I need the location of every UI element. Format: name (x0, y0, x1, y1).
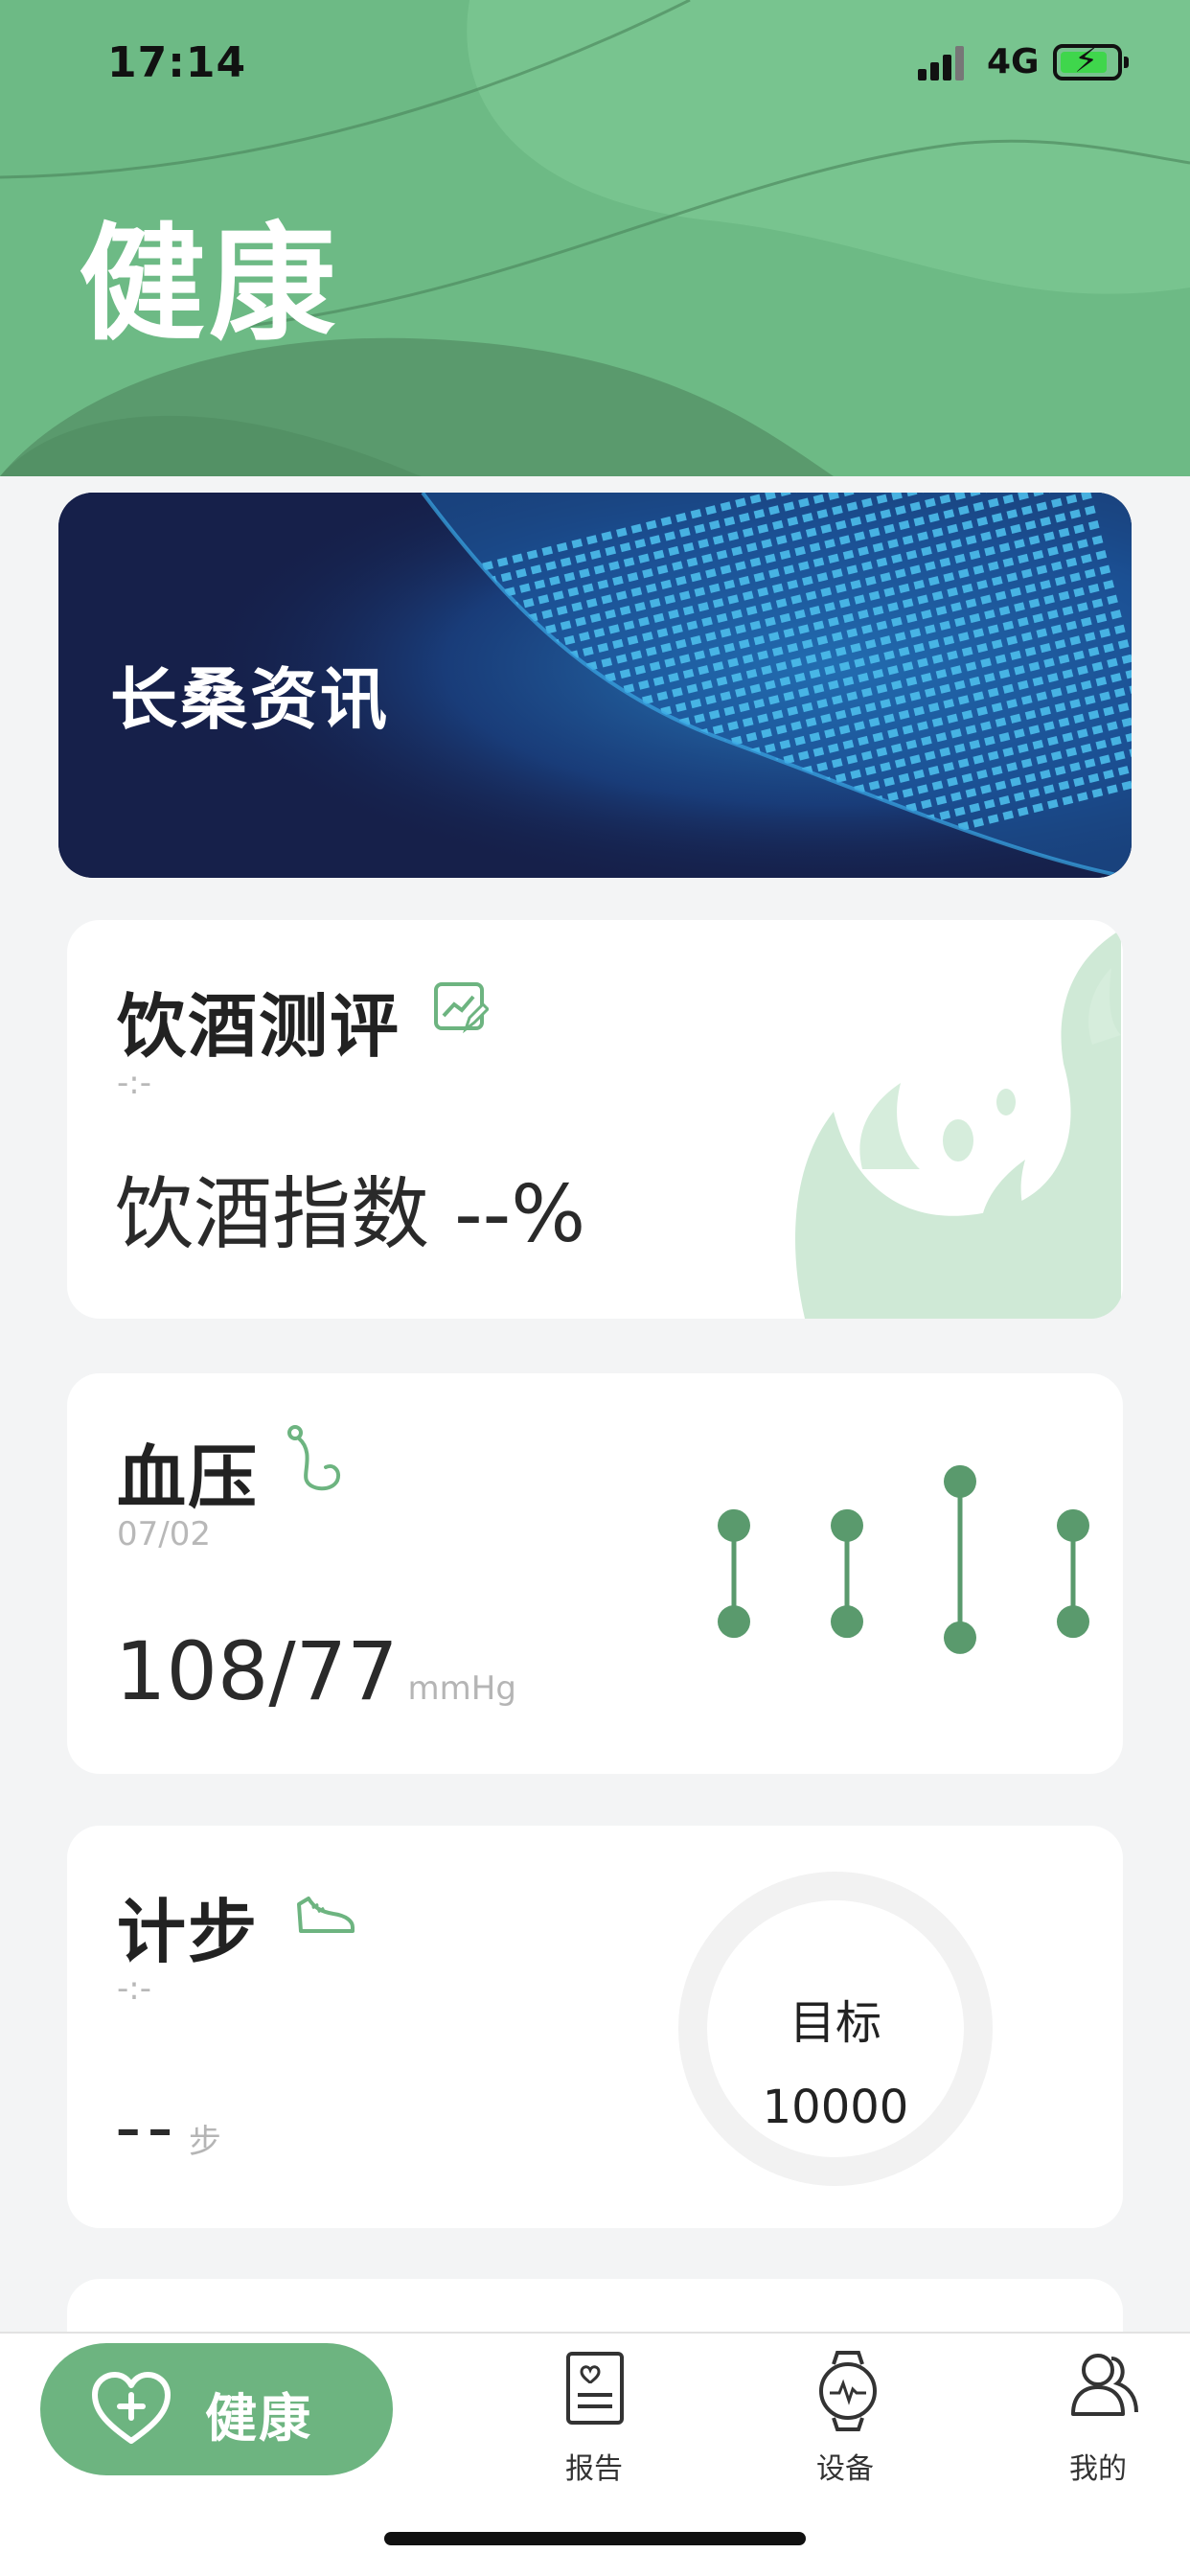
tab-mine-label: 我的 (1069, 2452, 1127, 2486)
blood-pressure-value-row: 108/77 mmHg (115, 1624, 516, 1718)
edit-chart-icon[interactable] (433, 979, 489, 1035)
stethoscope-icon (287, 1425, 340, 1491)
drinking-title: 饮酒测评 (117, 986, 401, 1067)
tab-health-label: 健康 (205, 2388, 312, 2449)
tab-mine[interactable]: 我的 (1041, 2351, 1156, 2486)
splash-decoration (795, 930, 1121, 1319)
watch-icon (819, 2351, 877, 2431)
status-time: 17:14 (107, 38, 247, 87)
blood-pressure-card[interactable]: 血压 07/02 108/77 mmHg (67, 1373, 1123, 1774)
steps-value: -- (115, 2084, 179, 2170)
bp-high-point (831, 1508, 863, 1542)
tab-report-label: 报告 (565, 2452, 623, 2486)
network-type: 4G (987, 42, 1040, 81)
shoe-icon (297, 1897, 355, 1933)
blood-pressure-date: 07/02 (117, 1515, 211, 1553)
report-icon (566, 2352, 624, 2425)
tab-device-label: 设备 (816, 2452, 874, 2486)
blood-pressure-title: 血压 (117, 1438, 260, 1518)
bp-low-point (718, 1605, 750, 1639)
steps-value-row: -- 步 (115, 2084, 227, 2170)
header: 17:14 4G ⚡ 健康 (0, 0, 1190, 476)
user-icon (1071, 2354, 1138, 2416)
bp-high-point (944, 1464, 976, 1498)
tab-report[interactable]: 报告 (537, 2351, 652, 2486)
steps-card[interactable]: 计步 -:- -- 步 目标 10000 (67, 1826, 1123, 2228)
bp-high-point (718, 1508, 750, 1542)
news-banner[interactable]: 长桑资讯 (58, 493, 1132, 878)
steps-goal-ring: 目标 10000 (678, 1872, 993, 2186)
tab-device[interactable]: 设备 (788, 2351, 903, 2486)
bp-high-point (1057, 1508, 1089, 1542)
blood-pressure-unit: mmHg (407, 1669, 516, 1708)
drinking-index-label: 饮酒指数 (115, 1169, 430, 1260)
drinking-assessment-card[interactable]: 饮酒测评 -:- 饮酒指数 --% (67, 920, 1123, 1319)
drinking-index: 饮酒指数 --% (115, 1150, 585, 1264)
steps-goal-value: 10000 (762, 2081, 909, 2134)
tab-health[interactable]: 健康 (40, 2343, 393, 2475)
home-indicator (384, 2532, 806, 2545)
signal-icon (918, 46, 970, 80)
battery-icon: ⚡ (1053, 42, 1129, 80)
blood-pressure-value: 108/77 (115, 1624, 399, 1718)
blood-pressure-history-chart (718, 1464, 1089, 1654)
banner-title: 长桑资讯 (110, 660, 390, 739)
steps-unit: 步 (188, 2123, 227, 2161)
heart-plus-icon (92, 2372, 171, 2444)
status-bar: 17:14 4G ⚡ (0, 0, 1190, 128)
bp-low-point (1057, 1605, 1089, 1639)
page-title: 健康 (79, 211, 339, 358)
bp-low-point (831, 1605, 863, 1639)
steps-date: -:- (117, 1969, 151, 2008)
drinking-index-value: --% (454, 1169, 586, 1260)
drinking-date: -:- (117, 1064, 151, 1102)
steps-goal-label: 目标 (789, 1996, 881, 2050)
bp-low-point (944, 1621, 976, 1654)
steps-title: 计步 (117, 1892, 260, 1972)
